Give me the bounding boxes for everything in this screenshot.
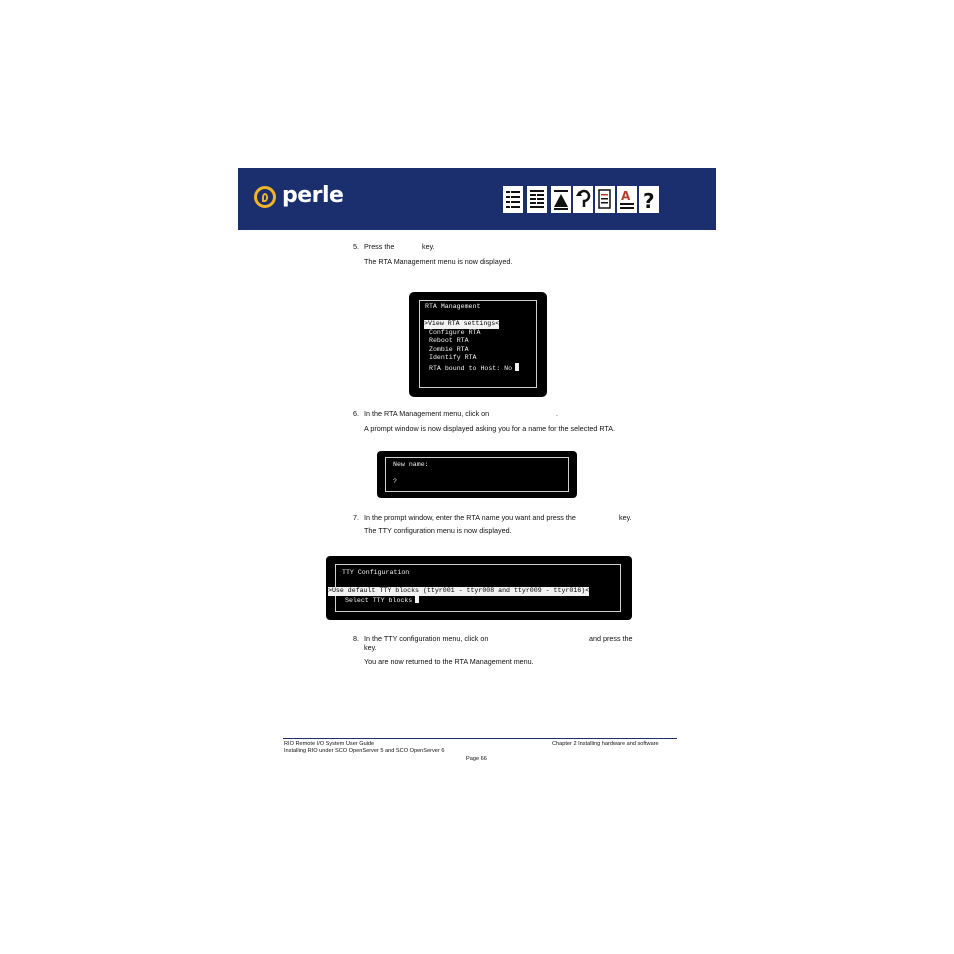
contents-icon[interactable]: [503, 186, 523, 213]
step-text: .: [556, 409, 558, 418]
svg-text:?: ?: [643, 189, 655, 212]
menu-item[interactable]: Identify RTA: [429, 354, 476, 363]
screen-title: TTY Configuration: [342, 569, 410, 576]
glossary-icon[interactable]: A: [617, 186, 637, 213]
step-note: You are now returned to the RTA Manageme…: [364, 657, 534, 666]
menu-item[interactable]: Reboot RTA: [429, 337, 469, 346]
step-text: In the TTY configuration menu, click on: [364, 634, 489, 643]
step-number: 6.: [353, 409, 359, 418]
tty-configuration-screen: TTY Configuration >Use default TTY block…: [326, 556, 632, 620]
index-icon[interactable]: [527, 186, 547, 213]
step-number: 8.: [353, 634, 359, 643]
cursor: [415, 595, 420, 603]
logo-text: perle: [282, 183, 344, 208]
footer-section: Installing RIO under SCO OpenServer 5 an…: [284, 748, 445, 754]
step-text: In the prompt window, enter the RTA name…: [364, 513, 576, 522]
menu-item-selected[interactable]: >View RTA settings<: [424, 320, 500, 329]
perle-logo-icon: [254, 186, 276, 208]
rta-management-screen: RTA Management >View RTA settings< Confi…: [409, 292, 547, 397]
step-number: 7.: [353, 513, 359, 522]
step-number: 5.: [353, 242, 359, 251]
name-input[interactable]: ?: [393, 478, 397, 487]
step-text: In the RTA Management menu, click on: [364, 409, 490, 418]
step-note: A prompt window is now displayed asking …: [364, 424, 616, 433]
prompt-label: New name:: [393, 461, 429, 468]
step-text: key.: [619, 513, 632, 522]
footer-rule: [283, 738, 677, 739]
cursor: [515, 363, 520, 371]
step-text: Press the: [364, 242, 395, 251]
menu-item[interactable]: RTA bound to Host: No: [429, 363, 520, 374]
menu-item-label: RTA bound to Host: No: [429, 365, 513, 372]
menu-item-label: Select TTY blocks: [345, 597, 413, 604]
chapter-icon[interactable]: [595, 186, 615, 213]
footer-guide-title: RIO Remote I/O System User Guide: [284, 741, 375, 747]
step-text: key.: [422, 242, 435, 251]
help-icon[interactable]: ?: [639, 186, 659, 213]
svg-text:A: A: [621, 189, 631, 203]
step-note: The RTA Management menu is now displayed…: [364, 257, 513, 266]
menu-item[interactable]: Select TTY blocks: [345, 595, 420, 606]
step-note: The TTY configuration menu is now displa…: [364, 526, 512, 535]
step-text: and press the: [589, 634, 633, 643]
footer-chapter: Chapter 2 Installing hardware and softwa…: [552, 741, 659, 747]
footer-page-number: Page 66: [466, 756, 487, 762]
screen-title: RTA Management: [425, 303, 481, 310]
top-icon[interactable]: [551, 186, 571, 213]
name-prompt-screen: New name: ?: [377, 451, 577, 498]
back-icon[interactable]: [573, 186, 593, 213]
step-text: key.: [364, 643, 377, 652]
